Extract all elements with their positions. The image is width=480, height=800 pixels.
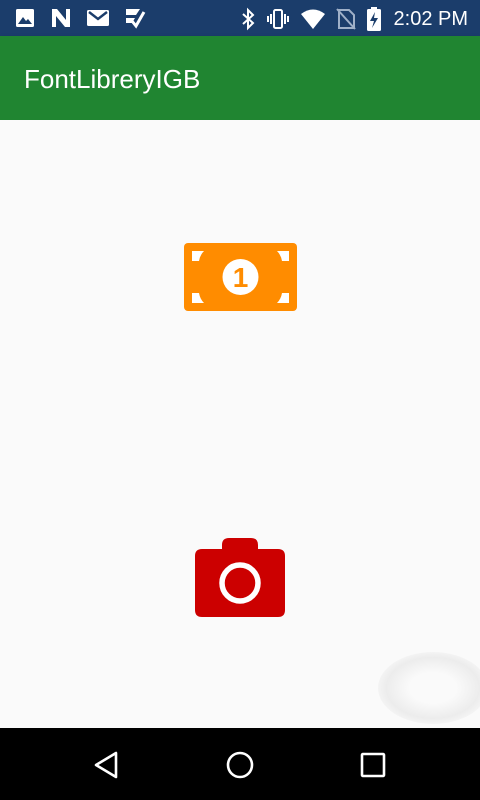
gmail-icon [86, 7, 110, 29]
vibrate-icon [266, 7, 290, 31]
status-time: 2:02 PM [393, 8, 468, 30]
navigation-bar [0, 728, 480, 800]
image-icon [14, 7, 36, 29]
n-icon [50, 7, 72, 29]
home-button[interactable] [223, 748, 257, 782]
wifi-icon [300, 8, 326, 30]
status-bar-notifications [14, 7, 146, 29]
recents-square-icon [356, 748, 390, 782]
battery-charging-icon [366, 6, 382, 32]
bill-denomination: 1 [233, 262, 249, 293]
no-sim-icon [335, 7, 356, 31]
recents-button[interactable] [356, 748, 390, 782]
status-bar: 2:02 PM [0, 0, 480, 36]
bluetooth-icon [240, 7, 256, 31]
back-triangle-icon [90, 748, 124, 782]
content-area [0, 120, 480, 728]
home-circle-icon [223, 748, 257, 782]
camera-icon[interactable] [194, 537, 286, 617]
status-bar-system: 2:02 PM [240, 6, 468, 32]
app-title: FontLibreryIGB [24, 64, 201, 94]
back-button[interactable] [90, 748, 124, 782]
app-bar: FontLibreryIGB [0, 36, 480, 120]
money-bill-icon[interactable]: 1 [184, 243, 297, 311]
task-icon [124, 7, 146, 29]
